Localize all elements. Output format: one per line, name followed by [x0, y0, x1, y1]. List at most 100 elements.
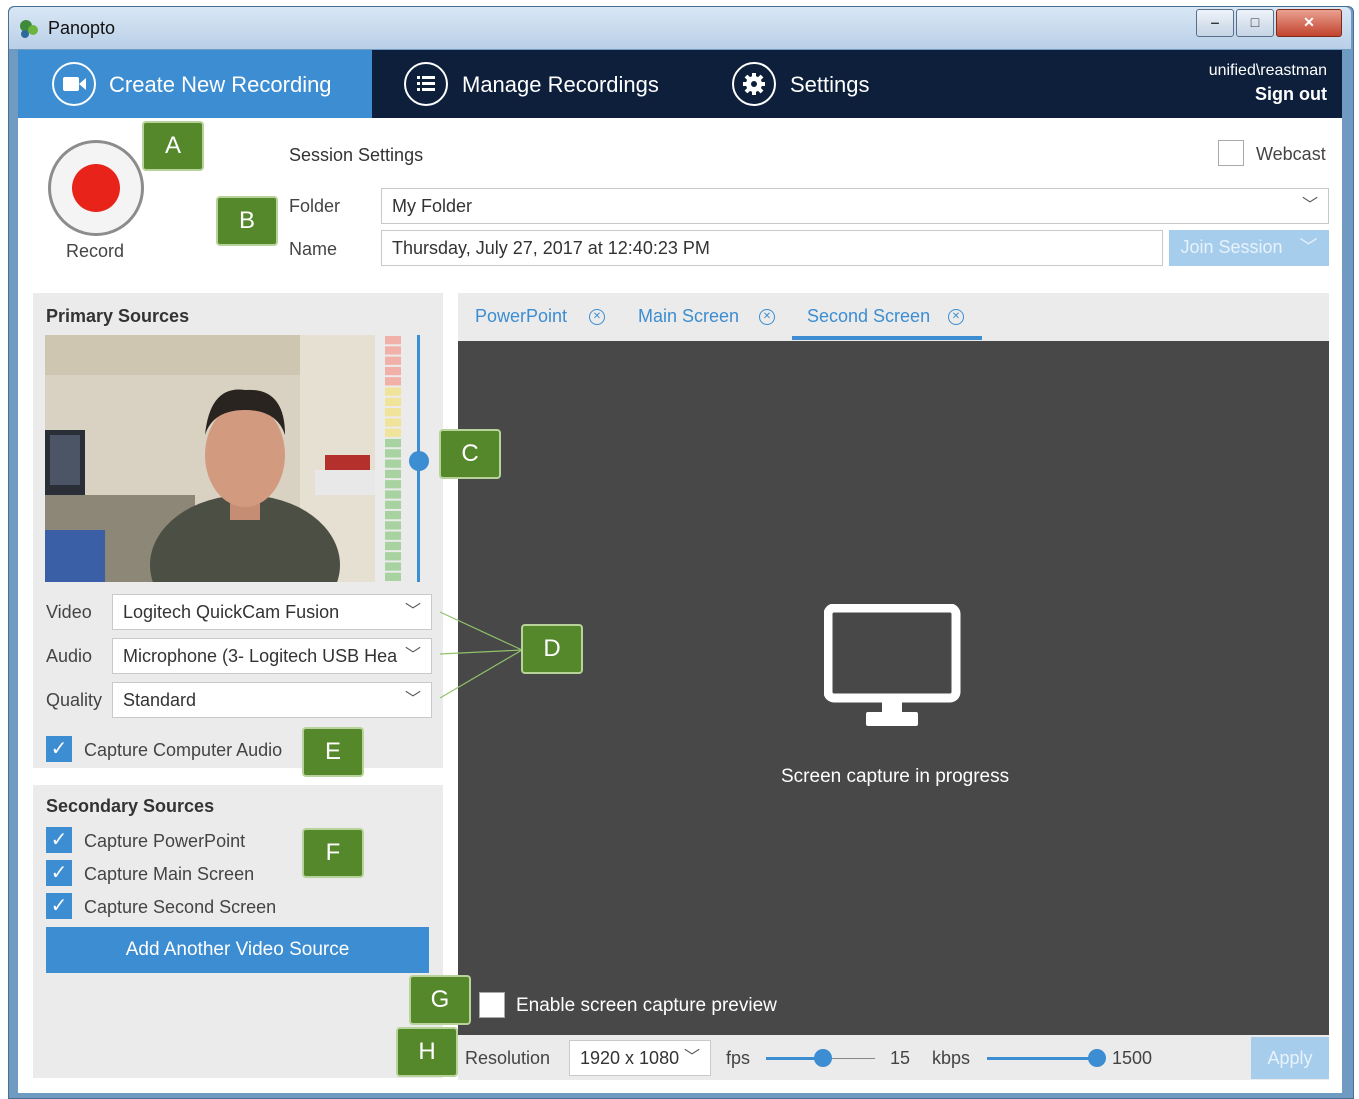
callout-c: C [439, 429, 501, 479]
video-camera-icon [52, 62, 96, 106]
window-title: Panopto [48, 18, 116, 38]
audio-meter-segment [385, 572, 401, 581]
chevron-down-icon: ﹀ [1299, 237, 1318, 257]
audio-meter-segment [385, 521, 401, 530]
minimize-button[interactable]: ‒ [1196, 9, 1234, 37]
audio-meter-segment [385, 428, 401, 437]
quality-select[interactable]: Standard ﹀ [112, 682, 432, 718]
name-label: Name [289, 239, 338, 259]
audio-meter-segment [385, 366, 401, 376]
active-tab-underline [792, 336, 982, 340]
tab-powerpoint[interactable]: PowerPoint [475, 306, 567, 327]
gear-icon[interactable] [732, 62, 776, 106]
kbps-slider-track[interactable] [987, 1057, 1097, 1060]
kbps-slider-thumb[interactable] [1088, 1049, 1106, 1067]
audio-meter-segment [385, 480, 401, 489]
audio-meter-segment [385, 459, 401, 468]
callout-d-connectors [439, 611, 523, 699]
close-tab-icon[interactable]: ✕ [759, 309, 775, 325]
capture-computer-audio-checkbox[interactable]: ✓ [46, 736, 72, 762]
close-button[interactable]: ✕ [1276, 9, 1342, 37]
maximize-button[interactable]: □ [1236, 9, 1274, 37]
audio-meter-segment [385, 490, 401, 499]
kbps-label: kbps [932, 1048, 971, 1068]
webcast-label: Webcast [1256, 144, 1326, 164]
volume-slider-thumb[interactable] [409, 450, 429, 471]
callout-g: G [409, 975, 471, 1025]
audio-level-meter [385, 336, 401, 581]
audio-meter-segment [385, 562, 401, 571]
audio-meter-segment [385, 541, 401, 551]
record-label: Record [66, 241, 125, 261]
audio-source-value: Microphone (3- Logitech USB Hea [123, 646, 398, 666]
chevron-down-icon: ﹀ [400, 639, 421, 673]
record-dot-icon[interactable] [72, 164, 120, 212]
capture-powerpoint-checkbox[interactable]: ✓ [46, 827, 72, 853]
audio-meter-segment [385, 500, 401, 509]
audio-meter-segment [385, 469, 401, 479]
close-tab-icon[interactable]: ✕ [589, 309, 605, 325]
audio-label: Audio [46, 646, 93, 666]
audio-source-select[interactable]: Microphone (3- Logitech USB Hea ﹀ [112, 638, 432, 674]
list-icon[interactable] [404, 62, 448, 106]
capture-second-screen-label: Capture Second Screen [84, 897, 277, 917]
user-area: unified\reastman Sign out [1209, 62, 1327, 105]
sign-out-link[interactable]: Sign out [1209, 84, 1327, 105]
tab-manage-recordings[interactable]: Manage Recordings [462, 72, 659, 98]
resolution-value: 1920 x 1080 [580, 1048, 680, 1068]
chevron-down-icon: ﹀ [1301, 197, 1318, 214]
audio-meter-segment [385, 387, 401, 396]
session-settings-heading: Session Settings [289, 145, 424, 165]
video-label: Video [46, 602, 92, 622]
callout-h: H [396, 1027, 458, 1077]
capture-main-screen-label: Capture Main Screen [84, 864, 255, 884]
fps-value: 15 [890, 1048, 911, 1068]
callout-a: A [142, 121, 204, 171]
video-source-value: Logitech QuickCam Fusion [123, 602, 340, 622]
webcam-preview [45, 335, 375, 582]
audio-meter-segment [385, 408, 401, 417]
resolution-select[interactable]: 1920 x 1080 ﹀ [569, 1040, 711, 1076]
audio-meter-segment [385, 336, 401, 345]
screen-capture-status: Screen capture in progress [781, 766, 1010, 787]
tab-settings[interactable]: Settings [790, 72, 870, 98]
tab-second-screen[interactable]: Second Screen [807, 306, 930, 327]
join-session-button[interactable]: Join Session ﹀ [1169, 230, 1329, 266]
fps-slider-thumb[interactable] [814, 1049, 832, 1067]
fps-label: fps [726, 1048, 751, 1068]
capture-second-screen-checkbox[interactable]: ✓ [46, 893, 72, 919]
tab-main-screen[interactable]: Main Screen [638, 306, 739, 327]
video-source-select[interactable]: Logitech QuickCam Fusion ﹀ [112, 594, 432, 630]
close-tab-icon[interactable]: ✕ [948, 309, 964, 325]
audio-meter-segment [385, 552, 401, 561]
join-session-label: Join Session [1180, 237, 1283, 257]
audio-meter-segment [385, 510, 401, 520]
audio-meter-segment [385, 449, 401, 458]
capture-powerpoint-label: Capture PowerPoint [84, 831, 246, 851]
chevron-down-icon: ﹀ [404, 691, 421, 708]
callout-d: D [521, 624, 583, 674]
add-video-source-button[interactable]: Add Another Video Source [46, 927, 429, 973]
session-name-input[interactable]: Thursday, July 27, 2017 at 12:40:23 PM [381, 230, 1163, 266]
callout-b: B [216, 196, 278, 246]
enable-preview-label: Enable screen capture preview [516, 995, 777, 1016]
chevron-down-icon: ﹀ [683, 1049, 700, 1066]
audio-meter-segment [385, 531, 401, 540]
capture-main-screen-checkbox[interactable]: ✓ [46, 860, 72, 886]
kbps-value: 1500 [1112, 1048, 1153, 1068]
webcast-checkbox[interactable] [1218, 140, 1244, 166]
resolution-label: Resolution [465, 1048, 551, 1068]
folder-value: My Folder [392, 196, 473, 216]
audio-meter-segment [385, 397, 401, 407]
create-recording-label: Create New Recording [109, 72, 332, 97]
audio-meter-segment [385, 418, 401, 427]
enable-preview-checkbox[interactable] [479, 992, 505, 1018]
folder-select[interactable]: My Folder ﹀ [381, 188, 1329, 224]
monitor-icon [824, 604, 961, 726]
callout-e: E [302, 727, 364, 777]
audio-meter-segment [385, 356, 401, 365]
apply-button[interactable]: Apply [1251, 1037, 1329, 1079]
callout-f: F [302, 828, 364, 878]
audio-meter-segment [385, 377, 401, 386]
capture-computer-audio-label: Capture Computer Audio [84, 740, 283, 760]
